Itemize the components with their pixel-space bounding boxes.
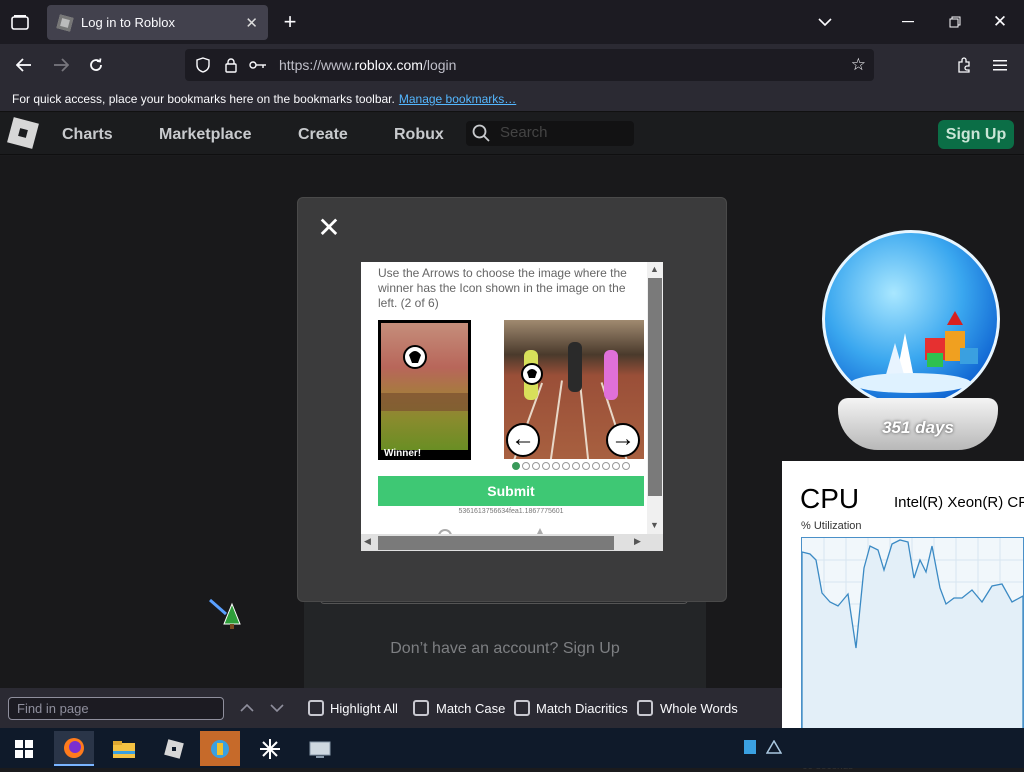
- bookmarks-toolbar: For quick access, place your bookmarks h…: [0, 86, 1024, 112]
- cpu-utilization-graph: [801, 537, 1024, 760]
- tab-close-icon[interactable]: ✕: [245, 14, 258, 32]
- captcha-choice-image: ← →: [504, 320, 644, 459]
- whole-words-checkbox[interactable]: [637, 700, 653, 716]
- browser-tab-active[interactable]: Log in to Roblox ✕: [47, 5, 268, 40]
- signup-button[interactable]: Sign Up: [938, 120, 1014, 149]
- reference-photo: [381, 323, 468, 450]
- windows-start-icon[interactable]: [4, 731, 44, 766]
- match-diacritics-label: Match Diacritics: [536, 701, 628, 716]
- url-bar[interactable]: https://www.roblox.com/login ☆: [185, 49, 874, 81]
- cpu-model-name: Intel(R) Xeon(R) CP: [894, 494, 1024, 511]
- captcha-progress-dot: [612, 462, 620, 470]
- winner-label: Winner!: [384, 448, 422, 459]
- shield-icon[interactable]: [195, 57, 211, 73]
- tool-icon[interactable]: [250, 731, 290, 766]
- menu-hamburger-icon[interactable]: [988, 53, 1012, 77]
- bookmark-star-icon[interactable]: ☆: [851, 55, 866, 75]
- captcha-progress-dot: [532, 462, 540, 470]
- reload-icon[interactable]: [84, 53, 108, 77]
- restore-icon[interactable]: [945, 12, 965, 32]
- find-in-page-input[interactable]: Find in page: [8, 697, 224, 720]
- captcha-horizontal-scroll-thumb[interactable]: [378, 536, 614, 550]
- search-placeholder: Search: [500, 124, 548, 141]
- captcha-prev-arrow-icon[interactable]: ←: [506, 423, 540, 457]
- captcha-progress-dot: [512, 462, 520, 470]
- nav-robux[interactable]: Robux: [394, 126, 444, 144]
- captcha-progress-dot: [542, 462, 550, 470]
- cpu-usage-line: [801, 539, 1024, 760]
- days-counter: 351 days: [882, 418, 954, 437]
- find-placeholder: Find in page: [17, 701, 89, 716]
- tray-network-icon[interactable]: [765, 739, 783, 754]
- match-case-checkbox[interactable]: [413, 700, 429, 716]
- find-previous-icon[interactable]: [238, 699, 256, 717]
- tray-app-icon[interactable]: [744, 740, 756, 754]
- roblox-favicon-icon: [56, 13, 74, 32]
- captcha-progress-dot: [592, 462, 600, 470]
- network-app-icon[interactable]: [300, 731, 340, 766]
- permissions-key-icon[interactable]: [249, 60, 267, 70]
- captcha-instruction: Use the Arrows to choose the image where…: [378, 266, 627, 310]
- file-explorer-icon[interactable]: [104, 731, 144, 766]
- captcha-progress-dot: [552, 462, 560, 470]
- christmas-tree-cursor-icon: [208, 596, 244, 632]
- forward-arrow-icon[interactable]: [49, 53, 73, 77]
- tab-list-chevron-icon[interactable]: [815, 12, 835, 32]
- back-arrow-icon[interactable]: [12, 53, 36, 77]
- modal-close-icon[interactable]: ✕: [317, 214, 341, 242]
- scroll-left-icon[interactable]: ◀: [364, 536, 371, 547]
- captcha-progress-dot: [572, 462, 580, 470]
- nav-charts[interactable]: Charts: [62, 126, 113, 144]
- captcha-progress-dot: [562, 462, 570, 470]
- bookmarks-hint-text: For quick access, place your bookmarks h…: [12, 92, 395, 106]
- captcha-progress-dot: [522, 462, 530, 470]
- app-icon[interactable]: [200, 731, 240, 766]
- highlight-all-label: Highlight All: [330, 701, 398, 716]
- nav-create[interactable]: Create: [298, 126, 348, 144]
- firefox-icon[interactable]: [54, 731, 94, 766]
- lock-icon[interactable]: [223, 57, 239, 73]
- minimize-icon[interactable]: [898, 12, 918, 32]
- firefox-view-icon[interactable]: [8, 10, 32, 34]
- captcha-progress-dots: [512, 462, 630, 472]
- cpu-utilization-label: % Utilization: [801, 520, 862, 532]
- snow-globe-widget: [822, 230, 1000, 408]
- extensions-puzzle-icon[interactable]: [952, 53, 976, 77]
- captcha-session-id: 5361613756634fea1.1867775601: [458, 508, 564, 515]
- tab-title: Log in to Roblox: [81, 15, 175, 30]
- new-tab-icon[interactable]: +: [280, 9, 300, 34]
- close-window-icon[interactable]: ✕: [990, 12, 1010, 32]
- captcha-progress-dot: [602, 462, 610, 470]
- captcha-reference-image: Winner!: [378, 320, 471, 460]
- nav-marketplace[interactable]: Marketplace: [159, 126, 252, 144]
- manage-bookmarks-link[interactable]: Manage bookmarks…: [399, 92, 516, 106]
- scroll-right-icon[interactable]: ▶: [634, 536, 641, 547]
- scroll-down-icon[interactable]: ▼: [650, 520, 659, 530]
- no-account-signup-link[interactable]: Don’t have an account? Sign Up: [304, 640, 706, 658]
- runner-badge-icon: [521, 363, 543, 385]
- roblox-icon[interactable]: [154, 731, 194, 766]
- url-text: https://www.roblox.com/login: [279, 57, 457, 73]
- match-case-label: Match Case: [436, 701, 506, 716]
- captcha-next-arrow-icon[interactable]: →: [606, 423, 640, 457]
- cpu-title: CPU: [800, 483, 860, 514]
- match-diacritics-checkbox[interactable]: [514, 700, 530, 716]
- snow-globe-scene-icon: [851, 311, 978, 393]
- search-icon: [472, 124, 490, 142]
- whole-words-label: Whole Words: [660, 701, 738, 716]
- captcha-submit-button[interactable]: Submit: [378, 476, 644, 506]
- find-next-icon[interactable]: [268, 699, 286, 717]
- roblox-search-input[interactable]: Search: [466, 121, 634, 146]
- captcha-vertical-scroll-thumb[interactable]: [648, 278, 662, 496]
- captcha-progress-dot: [622, 462, 630, 470]
- captcha-progress-dot: [582, 462, 590, 470]
- scroll-up-icon[interactable]: ▲: [650, 264, 659, 274]
- highlight-all-checkbox[interactable]: [308, 700, 324, 716]
